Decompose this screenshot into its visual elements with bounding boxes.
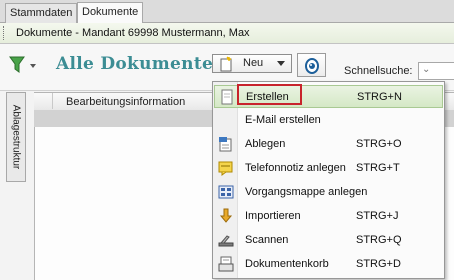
new-button-label: Neu: [243, 57, 264, 69]
menu-item-shortcut: STRG+D: [356, 258, 401, 270]
tab-stammdaten[interactable]: Stammdaten: [5, 3, 78, 23]
menu-item-label: Importieren: [245, 210, 301, 222]
sidebar-tab-ablagestruktur[interactable]: Ablagestruktur: [6, 92, 26, 182]
new-dropdown-menu: Erstellen STRG+N E-Mail erstellen Ablege…: [212, 81, 445, 279]
menu-item-dokumentenkorb[interactable]: Dokumentenkorb STRG+D: [214, 253, 443, 276]
menu-item-label: Ablegen: [245, 138, 286, 150]
menu-item-ablegen[interactable]: Ablegen STRG+O: [214, 133, 443, 156]
tab-dokumente[interactable]: Dokumente: [77, 2, 144, 24]
chevron-down-icon: ⌄: [422, 64, 431, 75]
menu-item-importieren[interactable]: Importieren STRG+J: [214, 205, 443, 228]
menu-item-label: Vorgangsmappe anlegen: [245, 186, 368, 198]
menu-item-label: Scannen: [245, 234, 289, 246]
menu-item-shortcut: STRG+O: [356, 138, 402, 150]
filter-button[interactable]: [8, 54, 38, 76]
quick-search-input[interactable]: ⌄: [418, 62, 454, 80]
new-button[interactable]: Neu: [212, 54, 292, 73]
menu-item-vorgangsmappe[interactable]: Vorgangsmappe anlegen: [214, 181, 443, 204]
new-document-icon: [220, 56, 232, 72]
menu-item-label: Dokumentenkorb: [245, 258, 329, 270]
menu-item-scannen[interactable]: Scannen STRG+Q: [214, 229, 443, 252]
folder-grid-icon: [218, 185, 234, 199]
highlight-box: [237, 84, 302, 105]
tab-label: Dokumente: [82, 6, 139, 18]
phone-note-icon: [218, 161, 233, 176]
menu-item-telefonnotiz[interactable]: Telefonnotiz anlegen STRG+T: [214, 157, 443, 180]
import-arrow-icon: [219, 208, 233, 223]
page-title: Alle Dokumente: [56, 54, 214, 74]
menu-item-shortcut: STRG+N: [357, 91, 402, 103]
breadcrumb-text: Dokumente - Mandant 69998 Mustermann, Ma…: [16, 27, 250, 39]
sidebar-tab-label: Ablagestruktur: [10, 104, 22, 170]
column-header[interactable]: Bearbeitungsinformation: [66, 94, 185, 110]
preview-button[interactable]: [297, 53, 326, 77]
tab-label: Stammdaten: [10, 7, 73, 19]
menu-item-shortcut: STRG+T: [356, 162, 400, 174]
eye-icon: [305, 58, 319, 74]
grip-handle: [3, 26, 7, 40]
menu-item-label: Telefonnotiz anlegen: [245, 162, 346, 174]
menu-item-shortcut: STRG+J: [356, 210, 399, 222]
row-selector-header: [34, 93, 53, 109]
scanner-icon: [218, 235, 234, 247]
menu-item-label: E-Mail erstellen: [245, 114, 321, 126]
new-document-icon: [221, 89, 233, 105]
document-basket-icon: [218, 256, 234, 272]
menu-item-shortcut: STRG+Q: [356, 234, 402, 246]
menu-item-email-erstellen[interactable]: E-Mail erstellen: [214, 109, 443, 132]
file-document-icon: [219, 137, 232, 152]
quick-search-label: Schnellsuche:: [344, 65, 413, 77]
filter-funnel-icon: [9, 56, 36, 73]
breadcrumb: Dokumente - Mandant 69998 Mustermann, Ma…: [0, 23, 454, 44]
chevron-down-icon: [277, 61, 285, 66]
